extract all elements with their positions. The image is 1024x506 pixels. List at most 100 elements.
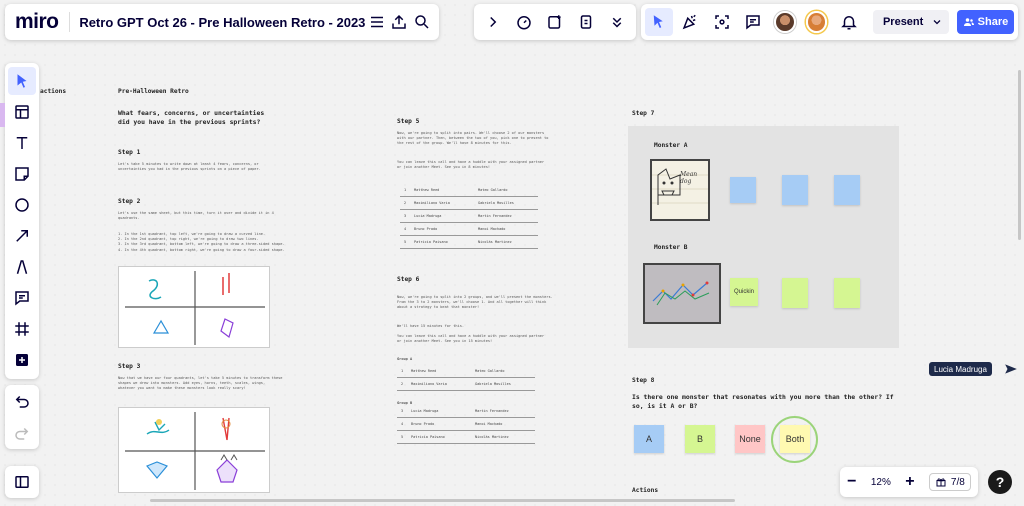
board-header: miro Retro GPT Oct 26 - Pre Halloween Re… — [5, 4, 439, 40]
sticky-note[interactable] — [782, 278, 808, 308]
miro-logo[interactable]: miro — [15, 10, 59, 34]
chevron-down-icon[interactable] — [925, 16, 949, 28]
select-tool[interactable] — [8, 66, 36, 95]
board-title[interactable]: Retro GPT Oct 26 - Pre Halloween Retro -… — [79, 15, 365, 30]
focus-button[interactable] — [708, 8, 736, 36]
group-a-table: 1 Matthew Reed Mateo Gallardo 2 Maximiliano… — [397, 365, 535, 391]
monster-b-image[interactable] — [643, 263, 721, 324]
notifications-button[interactable] — [835, 8, 863, 36]
monster-b-label: Monster B — [654, 244, 688, 251]
horizontal-scrollbar[interactable] — [150, 499, 735, 502]
zoom-in-button[interactable]: + — [905, 473, 914, 491]
pen-icon — [16, 259, 28, 274]
frame-icon — [15, 321, 29, 336]
shapes-tool[interactable] — [8, 191, 36, 219]
timer-button[interactable] — [510, 8, 538, 36]
comment-icon — [746, 15, 761, 30]
partial-actions-label: actions — [40, 88, 67, 95]
pen-tool[interactable] — [8, 253, 36, 281]
sticky-note-tool[interactable] — [8, 160, 36, 188]
avatar[interactable] — [774, 11, 796, 33]
table-row: 3 Lucia Madruga Martin Fernandez — [400, 210, 538, 223]
undo-button[interactable] — [8, 387, 36, 415]
zoom-level[interactable]: 12% — [871, 477, 891, 488]
vote-label: None — [739, 434, 761, 444]
users-icon — [963, 18, 974, 26]
help-label: ? — [995, 474, 1005, 490]
remote-cursor-label: Lucia Madruga — [929, 362, 992, 376]
circle-icon — [15, 197, 29, 212]
arrow-icon — [16, 229, 28, 242]
step1-title: Step 1 — [118, 149, 141, 156]
actions-label: Actions — [632, 487, 659, 494]
step6-text: Now, we're going to split into 2 groups,… — [397, 295, 553, 310]
sticky-note[interactable] — [834, 175, 860, 205]
step6-title: Step 6 — [397, 276, 420, 283]
comments-button[interactable] — [740, 8, 768, 36]
sticky-note[interactable] — [834, 278, 860, 308]
present-label: Present — [882, 16, 924, 28]
monster-a-image[interactable]: Mean dog — [650, 159, 710, 221]
comment-tool[interactable] — [8, 284, 36, 312]
focus-frame-icon — [715, 15, 729, 29]
table-row: 1 Matthew Reed Mateo Gallardo — [400, 184, 538, 197]
step8-title: Step 8 — [632, 377, 655, 384]
text-tool[interactable] — [8, 129, 36, 157]
monster-a-label: Monster A — [654, 142, 688, 149]
vote-label: A — [645, 434, 652, 444]
templates-tool[interactable] — [8, 98, 36, 126]
main-menu-button[interactable] — [365, 8, 388, 36]
group-b-table: 3 Lucia Madruga Martin Fernandez 4 Bruno Pr… — [397, 405, 535, 444]
sticky-note-text: Quickin — [733, 289, 754, 295]
present-button[interactable]: Present — [872, 10, 949, 34]
vote-sticky-b[interactable]: B — [685, 425, 715, 453]
quadrant-shapes-image[interactable] — [118, 266, 270, 348]
more-apps-tool[interactable] — [8, 346, 36, 374]
redo-button[interactable] — [8, 419, 36, 447]
reactions-button[interactable] — [677, 8, 705, 36]
board-panel-button[interactable] — [5, 466, 39, 498]
share-button[interactable]: Share — [956, 10, 1014, 34]
vote-sticky-a[interactable]: A — [634, 425, 664, 453]
frames-icon — [580, 15, 592, 29]
vote-sticky-both[interactable]: Both — [780, 425, 810, 453]
table-row: 1 Matthew Reed Mateo Gallardo — [397, 365, 535, 378]
cursor-name: Lucia Madruga — [934, 364, 987, 374]
vote-sticky-none[interactable]: None — [735, 425, 765, 453]
quadrant-monsters-image[interactable] — [118, 407, 270, 493]
pairs-table: 1 Matthew Reed Mateo Gallardo 2 Maximiliano… — [400, 184, 538, 249]
export-button[interactable] — [388, 8, 411, 36]
sticky-note-quickin[interactable]: Quickin — [730, 278, 758, 306]
table-row: 4 Bruno Prado Manoi Machado — [397, 418, 535, 431]
vote-label: B — [696, 434, 703, 444]
table-row: 2 Maximiliano Varia Gabriela Mosilles — [400, 197, 538, 210]
step7-title: Step 7 — [632, 110, 655, 117]
sticky-note[interactable] — [730, 177, 756, 203]
undo-icon — [15, 395, 29, 408]
more-tools-button[interactable] — [603, 8, 631, 36]
zoom-out-button[interactable]: − — [847, 473, 856, 491]
frame-tool[interactable] — [8, 315, 36, 343]
vote-icon — [548, 15, 561, 29]
vertical-scrollbar[interactable] — [1018, 70, 1021, 240]
side-sticky-left[interactable] — [0, 103, 5, 127]
remote-cursor-icon — [1005, 364, 1017, 374]
history-toolbar — [5, 385, 39, 449]
voting-button[interactable] — [541, 8, 569, 36]
sticky-note[interactable] — [782, 175, 808, 205]
help-button[interactable]: ? — [988, 470, 1012, 494]
table-row: 3 Lucia Madruga Martin Fernandez — [397, 405, 535, 418]
timer-badge[interactable]: 7/8 — [928, 473, 971, 491]
search-button[interactable] — [410, 8, 433, 36]
double-chevron-down-icon — [612, 17, 621, 28]
step5-text: Now, we're going to split into pairs. We… — [397, 131, 549, 146]
avatar[interactable] — [805, 11, 828, 33]
expand-toolbar-button[interactable] — [479, 8, 507, 36]
sticky-note-icon — [15, 166, 29, 181]
cursor-mode-button[interactable] — [645, 8, 673, 36]
plus-square-icon — [16, 353, 28, 366]
frames-button[interactable] — [572, 8, 600, 36]
timer-count: 7/8 — [950, 476, 965, 488]
user-toolbar: Present Share — [641, 4, 1018, 40]
connection-tool[interactable] — [8, 222, 36, 250]
